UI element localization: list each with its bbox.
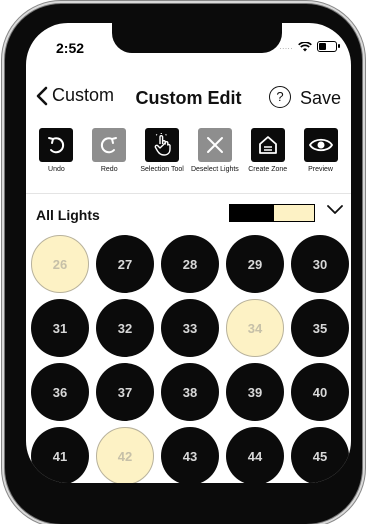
light-32[interactable]: 32: [96, 299, 154, 357]
back-button-label: Custom: [52, 85, 115, 105]
status-icons: .....: [279, 41, 340, 52]
light-35[interactable]: 35: [291, 299, 349, 357]
light-36[interactable]: 36: [31, 363, 89, 421]
deselect-lights-button[interactable]: Deselect Lights: [190, 128, 240, 208]
undo-label: Undo: [48, 166, 65, 173]
light-29[interactable]: 29: [226, 235, 284, 293]
swatch-dark: [230, 205, 270, 221]
selection-tool-tile: [145, 128, 180, 162]
eye-icon: [308, 138, 333, 152]
undo-button-tile: [39, 128, 74, 162]
edit-toolbar: Undo Redo Selection Tool Deselect Lights…: [26, 128, 351, 208]
light-44[interactable]: 44: [226, 427, 284, 483]
swatch-light: [274, 205, 314, 221]
back-button[interactable]: Custom: [36, 85, 114, 106]
save-button[interactable]: Save: [300, 88, 341, 109]
redo-label: Redo: [100, 166, 118, 173]
undo-icon: [48, 137, 65, 154]
help-button[interactable]: ?: [269, 86, 291, 108]
light-30[interactable]: 30: [291, 235, 349, 293]
light-39[interactable]: 39: [226, 363, 284, 421]
filter-label: All Lights: [36, 207, 100, 223]
light-33[interactable]: 33: [161, 299, 219, 357]
phone-frame: 2:52 ..... Custom Custom Edit ? Save Und…: [5, 4, 362, 524]
light-45[interactable]: 45: [291, 427, 349, 483]
light-41[interactable]: 41: [31, 427, 89, 483]
create-zone-label: Create Zone: [248, 166, 288, 173]
preview-tile: [303, 128, 338, 162]
deselect-lights-label: Deselect Lights: [190, 166, 239, 173]
light-40[interactable]: 40: [291, 363, 349, 421]
light-28[interactable]: 28: [161, 235, 219, 293]
light-26[interactable]: 26: [31, 235, 89, 293]
redo-button[interactable]: Redo: [84, 128, 134, 208]
redo-icon: [101, 137, 118, 154]
create-zone-button[interactable]: Create Zone: [243, 128, 293, 208]
light-34[interactable]: 34: [226, 299, 284, 357]
undo-button[interactable]: Undo: [31, 128, 81, 208]
status-time: 2:52: [56, 40, 85, 56]
light-38[interactable]: 38: [161, 363, 219, 421]
light-filter-row: All Lights: [26, 201, 351, 231]
close-icon: [206, 137, 223, 153]
color-swatch[interactable]: [229, 204, 315, 222]
light-37[interactable]: 37: [96, 363, 154, 421]
create-zone-tile: [250, 128, 285, 162]
deselect-lights-tile: [197, 128, 232, 162]
redo-button-tile: [92, 128, 127, 162]
app-screen: 2:52 ..... Custom Custom Edit ? Save Und…: [26, 23, 351, 483]
selection-tool-label: Selection Tool: [140, 166, 184, 173]
nav-bar: Custom Custom Edit ? Save: [26, 79, 351, 119]
light-27[interactable]: 27: [96, 235, 154, 293]
light-31[interactable]: 31: [31, 299, 89, 357]
preview-label: Preview: [308, 166, 333, 173]
toolbar-divider: [26, 193, 351, 194]
battery-icon: [317, 41, 340, 52]
pointer-hand-icon: [154, 133, 171, 156]
chevron-left-icon: [36, 86, 48, 105]
chevron-down-icon[interactable]: [327, 205, 343, 215]
signal-icon: .....: [279, 42, 293, 51]
light-42[interactable]: 42: [96, 427, 154, 483]
wifi-icon: [298, 41, 312, 51]
house-icon: [258, 136, 277, 154]
light-43[interactable]: 43: [161, 427, 219, 483]
selection-tool-button[interactable]: Selection Tool: [137, 128, 187, 208]
preview-button[interactable]: Preview: [296, 128, 346, 208]
phone-notch: [112, 23, 282, 53]
